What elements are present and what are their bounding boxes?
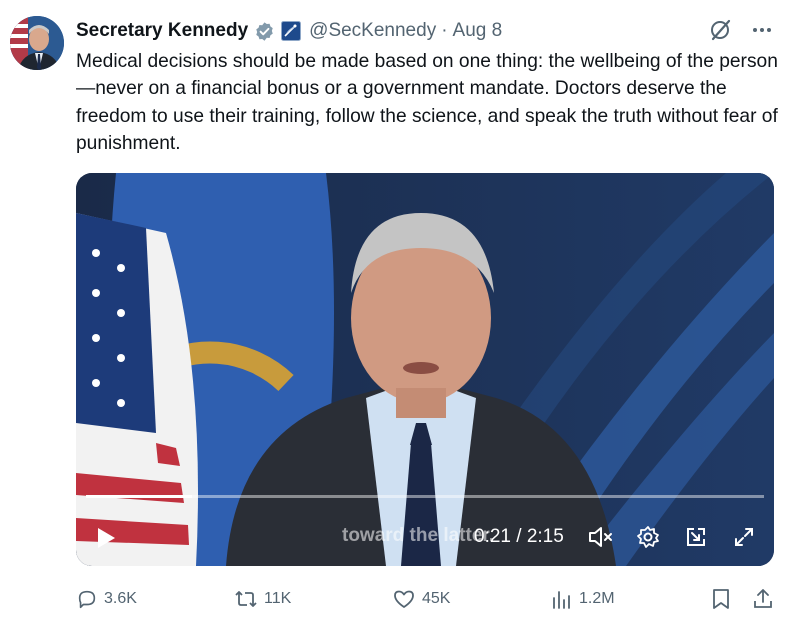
repost-count: 11K bbox=[264, 590, 292, 607]
verified-badge-icon[interactable] bbox=[254, 21, 275, 42]
share-button[interactable] bbox=[752, 582, 774, 616]
play-icon[interactable] bbox=[94, 525, 118, 551]
avatar-image bbox=[10, 16, 64, 70]
post-top-actions bbox=[709, 18, 773, 42]
repost-button[interactable]: 11K bbox=[234, 582, 291, 616]
video-progress-bar[interactable] bbox=[86, 495, 764, 498]
video-progress-fill bbox=[86, 495, 192, 498]
views-button[interactable]: 1.2M bbox=[551, 582, 615, 616]
video-time-separator: / bbox=[516, 526, 522, 547]
avatar[interactable] bbox=[10, 16, 64, 70]
bookmark-icon bbox=[713, 589, 729, 609]
video-caption: toward the latter. bbox=[342, 525, 495, 546]
views-icon bbox=[553, 591, 570, 609]
reply-icon bbox=[78, 590, 96, 609]
author-handle[interactable]: @SecKennedy bbox=[309, 20, 436, 42]
post-actions: 3.6K 11K 45K 1.2M bbox=[76, 582, 776, 616]
settings-icon[interactable] bbox=[634, 523, 662, 551]
pop-out-icon[interactable] bbox=[682, 523, 710, 551]
fullscreen-icon[interactable] bbox=[730, 523, 758, 551]
mute-icon[interactable] bbox=[586, 523, 614, 551]
video-frame bbox=[76, 173, 774, 566]
share-icon bbox=[754, 589, 772, 608]
heart-icon bbox=[394, 590, 414, 608]
post-text: Medical decisions should be made based o… bbox=[76, 51, 778, 154]
video-time: 0:21 / 2:15 bbox=[474, 526, 564, 548]
post-date[interactable]: Aug 8 bbox=[453, 20, 503, 42]
post-header: Secretary Kennedy @SecKennedy · Aug 8 bbox=[76, 18, 502, 44]
reply-button[interactable]: 3.6K bbox=[76, 582, 137, 616]
author-name[interactable]: Secretary Kennedy bbox=[76, 20, 248, 42]
repost-icon bbox=[235, 591, 257, 607]
hhs-affiliation-icon[interactable] bbox=[281, 21, 302, 41]
date-separator: · bbox=[441, 20, 448, 41]
reply-count: 3.6K bbox=[104, 590, 137, 607]
video-duration: 2:15 bbox=[526, 526, 564, 547]
like-count: 45K bbox=[422, 590, 451, 607]
video-current-time: 0:21 bbox=[474, 526, 511, 547]
video-player[interactable]: toward the latter. 0:21 / 2:15 bbox=[76, 173, 774, 566]
more-icon[interactable] bbox=[751, 19, 773, 41]
views-count: 1.2M bbox=[579, 590, 615, 607]
grok-icon[interactable] bbox=[709, 18, 733, 42]
bookmark-button[interactable] bbox=[710, 582, 732, 616]
like-button[interactable]: 45K bbox=[392, 582, 450, 616]
